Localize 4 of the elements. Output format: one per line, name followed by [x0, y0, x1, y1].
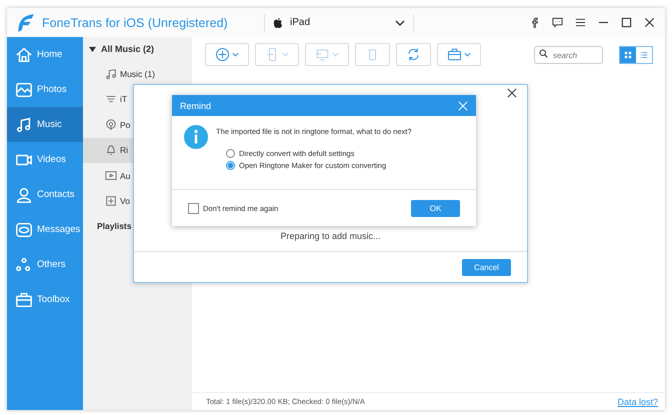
- progress-message: Preparing to add music...: [279, 231, 382, 241]
- playlists-heading: Playlists: [96, 220, 132, 231]
- dialog-title: Remind: [180, 100, 212, 110]
- app-title: FoneTrans for iOS (Unregistered): [42, 16, 228, 30]
